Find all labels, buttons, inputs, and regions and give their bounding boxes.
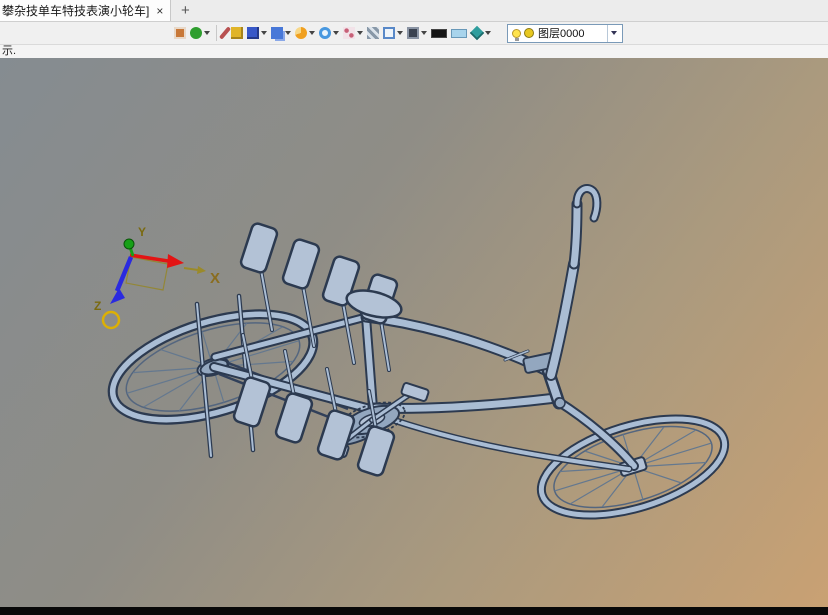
display-mode-icon[interactable] — [405, 23, 429, 43]
taskbar-strip — [0, 607, 828, 615]
toolbar-separator — [216, 25, 217, 41]
blue-swatch-icon[interactable] — [449, 23, 469, 43]
dropdown-caret[interactable] — [309, 31, 315, 35]
material-ball-glyph — [190, 27, 202, 39]
prompt-text: 示. — [2, 45, 17, 57]
layer-combo[interactable]: 图层0000 — [507, 23, 623, 43]
highlight-ring — [101, 310, 121, 330]
layer-name-label: 图层0000 — [538, 28, 585, 40]
viewport-canvas[interactable]: X Y Z — [0, 58, 828, 607]
material-ball-icon[interactable] — [188, 23, 212, 43]
pie-view-icon[interactable] — [293, 23, 317, 43]
axis-label-z: Z — [94, 299, 101, 313]
assembly-boxes-glyph — [271, 27, 283, 39]
shaded-view-icon[interactable] — [469, 23, 493, 43]
prompt-strip: 示. — [0, 45, 828, 58]
blue-cube-icon[interactable] — [245, 23, 269, 43]
dropdown-caret[interactable] — [261, 31, 267, 35]
zoom-icon[interactable] — [317, 23, 341, 43]
handlebar[interactable] — [503, 184, 602, 409]
yellow-cube-icon[interactable] — [229, 23, 245, 43]
layer-visibility-bulb-icon[interactable] — [512, 28, 521, 41]
black-swatch-glyph — [431, 28, 447, 38]
axis-label-x: X — [210, 270, 220, 287]
toolbar: 图层0000 — [0, 22, 828, 45]
black-swatch-icon[interactable] — [429, 23, 449, 43]
bicycle-model[interactable] — [100, 184, 735, 534]
axis-label-y: Y — [138, 225, 146, 239]
stipple-glyph — [343, 27, 355, 39]
dropdown-caret[interactable] — [204, 31, 210, 35]
tab-active[interactable]: 攀杂技单车特技表演小轮车] × — [0, 0, 172, 21]
tab-close-icon[interactable]: × — [156, 5, 163, 17]
new-tab-button[interactable]: + — [171, 0, 199, 21]
dropdown-caret[interactable] — [357, 31, 363, 35]
dropdown-caret[interactable] — [421, 31, 427, 35]
dimension-icon[interactable] — [381, 23, 405, 43]
shaded-view-glyph — [469, 25, 485, 41]
pen-icon[interactable] — [218, 23, 232, 43]
assembly-boxes-icon[interactable] — [269, 23, 293, 43]
dropdown-caret[interactable] — [285, 31, 291, 35]
coordinate-triad: X Y Z — [94, 225, 220, 330]
dropdown-caret[interactable] — [397, 31, 403, 35]
dimension-glyph — [383, 27, 395, 39]
layer-color-swatch — [524, 28, 534, 38]
texture-icon[interactable] — [365, 23, 381, 43]
texture-glyph — [367, 27, 379, 39]
pie-view-glyph — [295, 27, 307, 39]
dropdown-caret[interactable] — [485, 31, 491, 35]
tab-bar: 攀杂技单车特技表演小轮车] × + — [0, 0, 828, 22]
blue-swatch-glyph — [451, 28, 467, 38]
stipple-icon[interactable] — [341, 23, 365, 43]
chevron-down-icon — [611, 31, 617, 35]
clipboard-icon[interactable] — [172, 23, 188, 43]
display-mode-glyph — [407, 27, 419, 39]
layer-combo-dropdown-button[interactable] — [607, 24, 620, 42]
tab-title: 攀杂技单车特技表演小轮车] — [2, 4, 150, 18]
blue-cube-glyph — [247, 27, 259, 39]
3d-viewport[interactable]: X Y Z — [0, 58, 828, 607]
dropdown-caret[interactable] — [333, 31, 339, 35]
clipboard-glyph — [174, 27, 186, 39]
yellow-cube-glyph — [231, 27, 243, 39]
zoom-glyph — [319, 27, 331, 39]
